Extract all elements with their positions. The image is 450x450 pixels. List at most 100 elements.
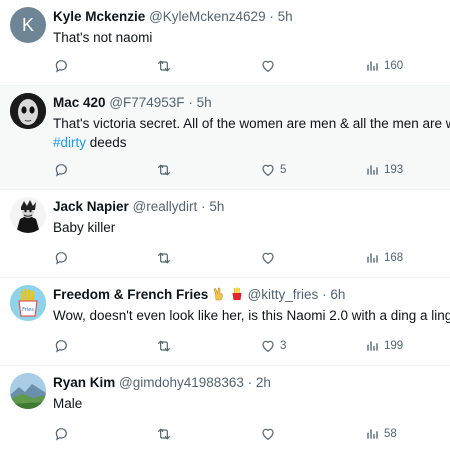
reply-button[interactable] (53, 249, 73, 267)
avatar-initial: K (21, 14, 34, 35)
reply-icon (55, 252, 67, 265)
tweet-text: That's not naomi (53, 30, 153, 45)
like-count: 5 (280, 164, 287, 176)
reply-button[interactable] (53, 161, 73, 179)
user-handle[interactable]: @KyleMckenz4629 (149, 9, 266, 24)
retweet-icon (158, 252, 170, 264)
retweet-icon (158, 428, 170, 440)
action-bar: 58 (53, 425, 450, 443)
action-bar: 160 (53, 57, 450, 75)
views-button[interactable]: 193 (364, 161, 403, 179)
tweet-text-container: That's victoria secret. All of the women… (53, 114, 450, 152)
tweet-text-line2: #dirty deeds (53, 133, 450, 152)
retweet-button[interactable] (156, 337, 176, 355)
retweet-button[interactable] (156, 249, 176, 267)
views-icon (367, 61, 378, 71)
views-button[interactable]: 58 (364, 425, 397, 443)
avatar[interactable] (10, 93, 46, 129)
display-name[interactable]: Kyle Mckenzie (53, 9, 145, 24)
views-button[interactable]: 199 (364, 337, 403, 355)
retweet-icon (158, 340, 170, 352)
reply-button[interactable] (53, 425, 73, 443)
like-count: 3 (280, 340, 287, 352)
tweet-header: Mac 420 @F774953F · 5h (53, 94, 212, 111)
tweet-text: Wow, doesn't even look like her, is this… (53, 308, 450, 323)
separator-dot: · (201, 199, 206, 214)
avatar[interactable]: K (10, 7, 46, 43)
heart-icon (262, 340, 274, 352)
reply-feed: K Kyle Mckenzie @KyleMckenz4629 · 5h Tha… (0, 0, 450, 450)
tweet-text: Male (53, 396, 83, 411)
landscape-icon (10, 373, 46, 409)
timestamp[interactable]: 5h (209, 199, 224, 214)
tweet-card[interactable]: Jack Napier @reallydirt · 5h Baby killer… (0, 190, 450, 278)
like-button[interactable]: 3 (260, 337, 286, 355)
heart-icon (262, 428, 274, 440)
separator-dot: · (188, 95, 193, 110)
joker-icon (10, 197, 46, 233)
display-name[interactable]: Freedom & French Fries (53, 287, 208, 302)
fries-icon: Fries (10, 285, 46, 321)
reply-button[interactable] (53, 57, 73, 75)
retweet-icon (158, 60, 170, 72)
retweet-button[interactable] (156, 161, 176, 179)
victory-hand-icon (213, 287, 223, 301)
tweet-header: Ryan Kim @gimdohy41988363 · 2h (53, 374, 271, 391)
tweet-card[interactable]: Fries Freedom & French Fries @kitty_frie… (0, 278, 450, 366)
views-icon (367, 341, 378, 351)
tweet-text-suffix: deeds (86, 135, 127, 150)
avatar[interactable] (10, 197, 46, 233)
like-button[interactable]: 5 (260, 161, 286, 179)
separator-dot: · (269, 9, 274, 24)
display-name[interactable]: Ryan Kim (53, 375, 115, 390)
retweet-button[interactable] (156, 57, 176, 75)
tweet-header: Jack Napier @reallydirt · 5h (53, 198, 224, 215)
tweet-card[interactable]: Mac 420 @F774953F · 5h That's victoria s… (0, 86, 450, 190)
views-count: 193 (384, 164, 404, 176)
timestamp[interactable]: 5h (197, 95, 212, 110)
like-button[interactable] (260, 57, 280, 75)
tweet-card[interactable]: K Kyle Mckenzie @KyleMckenz4629 · 5h Tha… (0, 0, 450, 86)
views-count: 199 (384, 340, 404, 352)
heart-icon (262, 252, 274, 264)
views-count: 58 (384, 428, 397, 440)
tweet-header: Freedom & French Fries @kitty_fries · 6h (53, 286, 345, 303)
timestamp[interactable]: 2h (256, 375, 271, 390)
avatar[interactable]: Fries (10, 285, 46, 321)
user-handle[interactable]: @F774953F (109, 95, 184, 110)
views-button[interactable]: 168 (364, 249, 403, 267)
fries-icon (232, 287, 242, 300)
action-bar: 3 199 (53, 337, 450, 355)
timestamp[interactable]: 6h (330, 287, 345, 302)
like-button[interactable] (260, 425, 280, 443)
display-name[interactable]: Mac 420 (53, 95, 106, 110)
mask-icon (10, 93, 46, 129)
views-icon (367, 253, 378, 263)
display-name[interactable]: Jack Napier (53, 199, 129, 214)
reply-icon (55, 164, 67, 177)
action-bar: 168 (53, 249, 450, 267)
retweet-icon (158, 164, 170, 176)
user-handle[interactable]: @reallydirt (133, 199, 198, 214)
user-handle[interactable]: @gimdohy41988363 (119, 375, 244, 390)
heart-icon (262, 164, 274, 176)
views-button[interactable]: 160 (364, 57, 403, 75)
avatar[interactable] (10, 373, 46, 409)
retweet-button[interactable] (156, 425, 176, 443)
like-button[interactable] (260, 249, 280, 267)
heart-icon (262, 60, 274, 72)
views-icon (367, 429, 378, 439)
tweet-text: Baby killer (53, 220, 116, 235)
user-handle[interactable]: @kitty_fries (248, 287, 319, 302)
views-count: 160 (384, 60, 404, 72)
tweet-text: That's victoria secret. All of the women… (53, 116, 450, 131)
views-count: 168 (384, 252, 404, 264)
separator-dot: · (247, 375, 253, 390)
hashtag-link[interactable]: #dirty (53, 135, 86, 150)
reply-icon (55, 60, 67, 73)
tweet-card[interactable]: Ryan Kim @gimdohy41988363 · 2h Male 58 (0, 366, 450, 450)
reply-button[interactable] (53, 337, 73, 355)
timestamp[interactable]: 5h (278, 9, 293, 24)
tweet-header: Kyle Mckenzie @KyleMckenz4629 · 5h (53, 8, 293, 25)
avatar-label: Fries (22, 307, 34, 313)
